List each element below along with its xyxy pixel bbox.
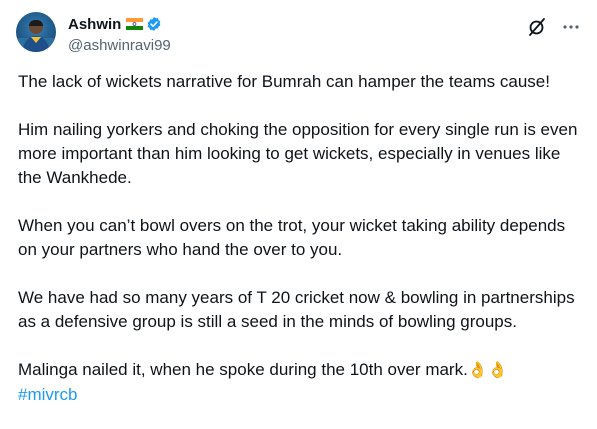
ok-hand-emoji: 👌👌 [467,362,508,379]
grok-icon[interactable] [527,17,547,37]
author-info: Ashwin @ashwinravi99 [68,14,171,55]
tweet-header: Ashwin @ashwinravi99 [16,12,581,60]
verified-badge-icon[interactable] [146,16,162,32]
tweet-paragraph: When you can’t bowl overs on the trot, y… [18,216,566,259]
tweet-paragraph: Him nailing yorkers and choking the oppo… [18,120,578,187]
tweet-paragraph: We have had so many years of T 20 cricke… [18,288,575,331]
tweet-final-line: Malinga nailed it, when he spoke during … [18,360,468,379]
author-handle[interactable]: @ashwinravi99 [68,37,171,54]
more-options-icon[interactable] [561,17,581,37]
india-flag-icon [126,18,144,30]
tweet-final-paragraph: Malinga nailed it, when he spoke during … [18,358,588,407]
author-display-name[interactable]: Ashwin [68,16,121,33]
hashtag-link[interactable]: #mivrcb [18,383,588,407]
tweet-text: The lack of wickets narrative for Bumrah… [18,70,588,407]
tweet-paragraph: The lack of wickets narrative for Bumrah… [18,72,550,91]
avatar[interactable] [16,12,56,52]
